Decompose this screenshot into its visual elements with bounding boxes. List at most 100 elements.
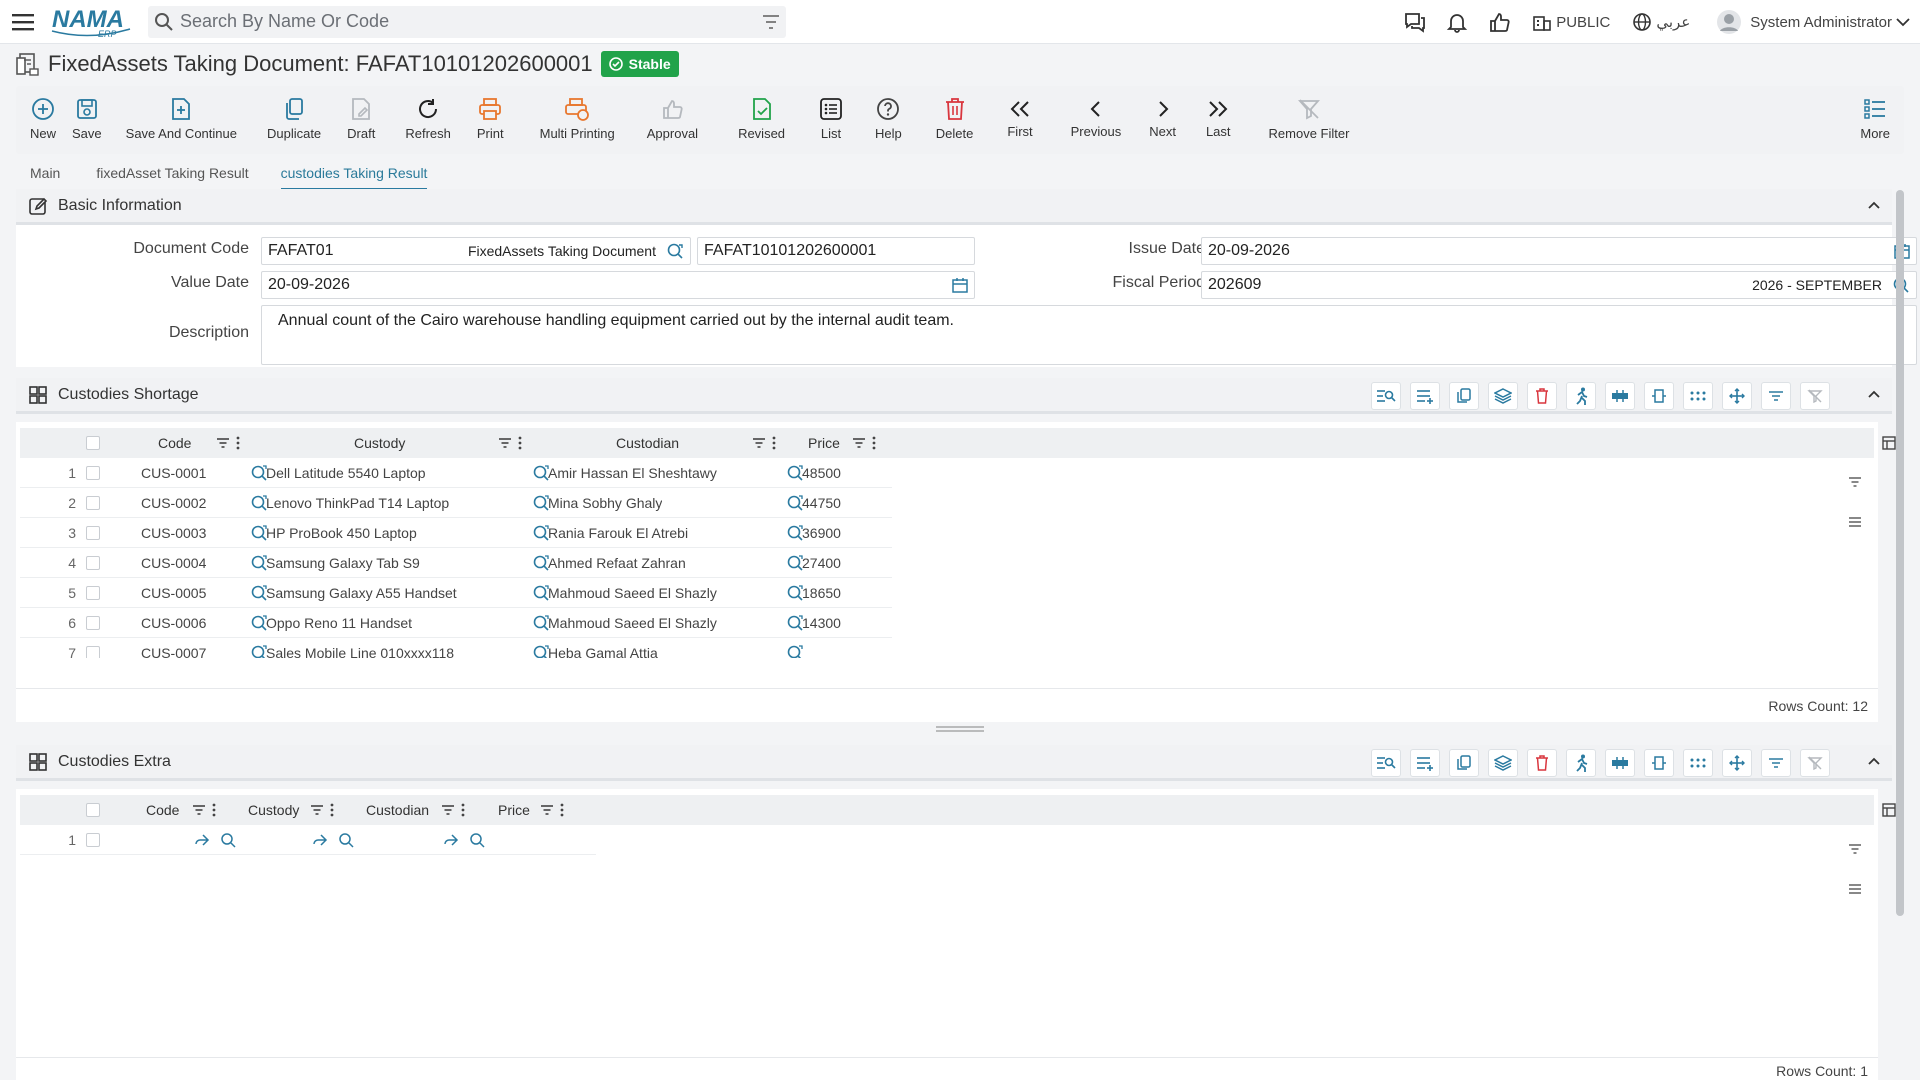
share-icon[interactable] <box>312 825 328 855</box>
lookup-icon[interactable] <box>338 825 354 855</box>
notification-bell-icon[interactable] <box>1436 0 1478 44</box>
row-checkbox[interactable] <box>86 638 100 658</box>
remove-filter-icon[interactable] <box>1800 382 1830 410</box>
fit-columns-icon[interactable] <box>1644 749 1674 777</box>
menu-icon[interactable] <box>0 0 46 44</box>
table-row[interactable]: 5 CUS-0005 Samsung Galaxy A55 Handset Mahmo… <box>20 578 892 608</box>
grid-side-filter-icon[interactable] <box>1848 476 1872 488</box>
move-icon[interactable] <box>1722 749 1752 777</box>
approval-button[interactable]: Approval <box>639 96 706 141</box>
table-row[interactable]: 2 CUS-0002 Lenovo ThinkPad T14 Laptop Mina … <box>20 488 892 518</box>
copy-icon[interactable] <box>1449 382 1479 410</box>
column-header-code[interactable]: Code <box>158 428 191 458</box>
table-row[interactable]: 7 CUS-0007 Sales Mobile Line 010xxxx118 Heb… <box>20 638 892 658</box>
column-filter-icon[interactable] <box>441 795 455 825</box>
remove-filter-button[interactable]: Remove Filter <box>1261 96 1358 141</box>
document-number-field[interactable]: FAFAT10101202600001 <box>697 237 975 265</box>
workspace-selector[interactable]: PUBLIC <box>1532 12 1610 32</box>
row-checkbox[interactable] <box>86 548 100 578</box>
draft-button[interactable]: Draft <box>339 96 383 141</box>
share-icon[interactable] <box>443 825 459 855</box>
custodies-shortage-header[interactable]: Custodies Shortage <box>16 378 1892 414</box>
last-button[interactable]: Last <box>1198 96 1239 139</box>
lookup-icon[interactable] <box>666 242 684 260</box>
new-button[interactable]: New <box>22 96 64 141</box>
table-row[interactable]: 1 <box>20 825 596 855</box>
lookup-icon[interactable] <box>469 825 485 855</box>
tab-fixedasset-taking-result[interactable]: fixedAsset Taking Result <box>96 159 248 187</box>
runner-icon[interactable] <box>1566 749 1596 777</box>
table-row[interactable]: 6 CUS-0006 Oppo Reno 11 Handset Mahmoud Sae… <box>20 608 892 638</box>
dots-grid-icon[interactable] <box>1683 749 1713 777</box>
filter-lines-icon[interactable] <box>1761 749 1791 777</box>
column-header-price[interactable]: Price <box>808 428 840 458</box>
app-logo[interactable]: NAMA ERP <box>50 4 138 40</box>
chevron-up-icon[interactable] <box>1866 753 1882 769</box>
share-icon[interactable] <box>194 825 210 855</box>
first-button[interactable]: First <box>999 96 1040 139</box>
trash-icon[interactable] <box>1527 749 1557 777</box>
move-icon[interactable] <box>1722 382 1752 410</box>
column-filter-icon[interactable] <box>192 795 206 825</box>
column-menu-icon[interactable] <box>872 428 876 458</box>
grid-side-filter-icon[interactable] <box>1848 843 1872 855</box>
column-header-custodian[interactable]: Custodian <box>616 428 679 458</box>
issue-date-field[interactable]: 20-09-2026 <box>1201 237 1917 265</box>
column-header-custody[interactable]: Custody <box>354 428 405 458</box>
help-button[interactable]: Help <box>867 96 910 141</box>
select-all-checkbox[interactable] <box>86 795 100 825</box>
column-menu-icon[interactable] <box>560 795 564 825</box>
row-checkbox[interactable] <box>86 458 100 488</box>
column-header-price[interactable]: Price <box>498 795 530 825</box>
table-settings-icon[interactable] <box>1605 382 1635 410</box>
previous-button[interactable]: Previous <box>1063 96 1130 139</box>
chevron-up-icon[interactable] <box>1866 197 1882 213</box>
fiscal-period-field[interactable]: 202609 2026 - SEPTEMBER <box>1201 271 1917 299</box>
resize-handle[interactable] <box>936 726 984 732</box>
row-checkbox[interactable] <box>86 825 100 855</box>
chat-icon[interactable] <box>1394 0 1436 44</box>
row-checkbox[interactable] <box>86 488 100 518</box>
column-filter-icon[interactable] <box>752 428 766 458</box>
document-code-field[interactable]: FAFAT01 FixedAssets Taking Document <box>261 237 691 265</box>
search-bar[interactable] <box>148 5 786 38</box>
add-rows-icon[interactable] <box>1410 749 1440 777</box>
print-button[interactable]: Print <box>469 96 512 141</box>
column-menu-icon[interactable] <box>772 428 776 458</box>
duplicate-button[interactable]: Duplicate <box>259 96 329 141</box>
select-all-checkbox[interactable] <box>86 428 100 458</box>
add-rows-icon[interactable] <box>1410 382 1440 410</box>
column-filter-icon[interactable] <box>540 795 554 825</box>
save-and-continue-button[interactable]: Save And Continue <box>118 96 245 141</box>
lookup-icon[interactable] <box>786 638 804 658</box>
column-chooser-icon[interactable] <box>1882 795 1896 825</box>
lookup-icon[interactable] <box>220 825 236 855</box>
value-date-field[interactable]: 20-09-2026 <box>261 271 975 299</box>
table-row[interactable]: 1 CUS-0001 Dell Latitude 5540 Laptop Amir H… <box>20 458 892 488</box>
save-button[interactable]: Save <box>64 96 110 141</box>
table-row[interactable]: 3 CUS-0003 HP ProBook 450 Laptop Rania Faro… <box>20 518 892 548</box>
filter-icon[interactable] <box>762 14 780 30</box>
layers-icon[interactable] <box>1488 749 1518 777</box>
column-menu-icon[interactable] <box>518 428 522 458</box>
row-checkbox[interactable] <box>86 608 100 638</box>
column-chooser-icon[interactable] <box>1882 428 1896 458</box>
grid-side-menu-icon[interactable] <box>1848 516 1872 528</box>
column-header-custodian[interactable]: Custodian <box>366 795 429 825</box>
column-menu-icon[interactable] <box>330 795 334 825</box>
column-header-custody[interactable]: Custody <box>248 795 299 825</box>
revised-button[interactable]: Revised <box>730 96 793 141</box>
column-header-code[interactable]: Code <box>146 795 179 825</box>
filter-lines-icon[interactable] <box>1761 382 1791 410</box>
grid-side-menu-icon[interactable] <box>1848 883 1872 895</box>
fit-columns-icon[interactable] <box>1644 382 1674 410</box>
user-menu[interactable]: System Administrator <box>1716 9 1910 35</box>
thumbs-up-icon[interactable] <box>1478 0 1520 44</box>
row-checkbox[interactable] <box>86 518 100 548</box>
column-menu-icon[interactable] <box>461 795 465 825</box>
custodies-extra-header[interactable]: Custodies Extra <box>16 745 1892 781</box>
next-button[interactable]: Next <box>1141 96 1184 139</box>
runner-icon[interactable] <box>1566 382 1596 410</box>
row-checkbox[interactable] <box>86 578 100 608</box>
chevron-up-icon[interactable] <box>1866 386 1882 402</box>
